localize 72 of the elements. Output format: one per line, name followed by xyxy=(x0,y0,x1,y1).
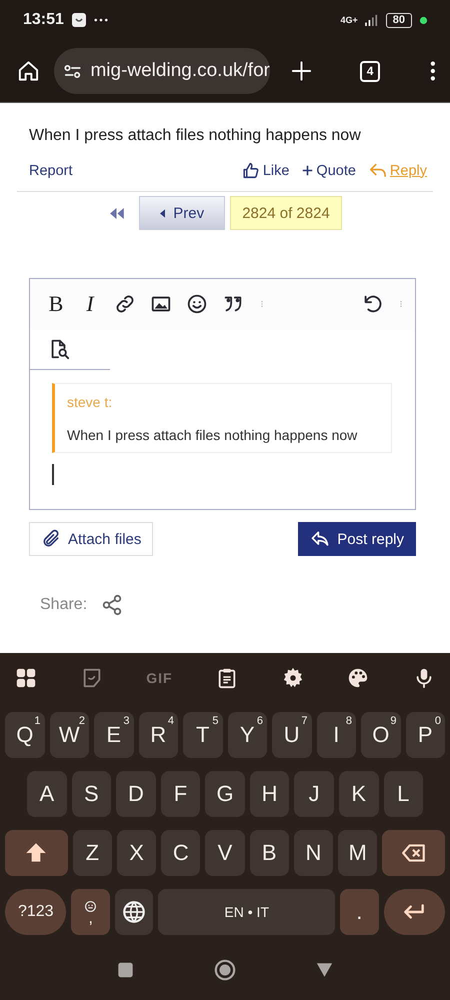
letter-key[interactable]: B xyxy=(250,830,289,876)
plus-icon xyxy=(302,165,314,176)
prev-button[interactable]: Prev xyxy=(139,196,226,230)
smiley-icon[interactable] xyxy=(186,293,208,315)
quote-author: steve t: xyxy=(67,394,114,410)
letter-key[interactable]: Z xyxy=(72,830,112,876)
recents-icon[interactable] xyxy=(117,962,134,978)
post-reply-button[interactable]: Post reply xyxy=(298,522,416,556)
italic-button[interactable]: I xyxy=(80,291,100,317)
letter-key[interactable]: D xyxy=(116,771,156,817)
letter-key[interactable]: G xyxy=(205,771,245,817)
bold-button[interactable]: B xyxy=(46,291,66,317)
link-icon[interactable] xyxy=(114,293,136,315)
thumbs-up-icon xyxy=(242,162,260,179)
clipboard-icon[interactable] xyxy=(216,667,238,689)
network-label: 4G+ xyxy=(340,16,358,24)
share-icon[interactable] xyxy=(101,594,124,616)
home-icon[interactable] xyxy=(17,59,40,83)
language-key[interactable] xyxy=(114,889,154,935)
comma-key[interactable]: , xyxy=(71,889,110,935)
settings-icon[interactable] xyxy=(282,667,304,689)
battery-indicator: 80 xyxy=(386,12,412,28)
clock-time: 13:51 xyxy=(23,11,64,29)
address-bar[interactable]: mig-welding.co.uk/for xyxy=(54,48,270,94)
share-label: Share: xyxy=(40,596,88,614)
back-icon[interactable] xyxy=(316,962,333,978)
post-text: When I press attach files nothing happens now xyxy=(29,127,362,145)
apps-icon[interactable] xyxy=(15,667,37,689)
period-key[interactable]: . xyxy=(340,889,379,935)
letter-key[interactable]: H xyxy=(250,771,290,817)
attach-files-button[interactable]: Attach files xyxy=(29,522,154,556)
text-cursor xyxy=(52,464,54,485)
letter-key[interactable]: K xyxy=(338,771,378,817)
signal-icon xyxy=(364,14,379,26)
more-icon xyxy=(94,18,108,22)
enter-key[interactable] xyxy=(384,889,445,935)
like-link[interactable]: Like xyxy=(242,162,290,179)
emoji-icon xyxy=(84,900,98,912)
new-tab-icon[interactable] xyxy=(290,59,313,83)
letter-key[interactable]: N xyxy=(294,830,334,876)
sticker-icon[interactable] xyxy=(80,667,103,689)
site-settings-icon[interactable] xyxy=(64,64,82,78)
palette-icon[interactable] xyxy=(347,667,370,689)
letter-key[interactable]: F xyxy=(160,771,200,817)
report-link[interactable]: Report xyxy=(29,162,73,178)
quote-text: When I press attach files nothing happens now xyxy=(67,427,358,443)
backspace-key[interactable] xyxy=(382,830,446,876)
menu-icon[interactable] xyxy=(430,60,436,82)
letter-key[interactable]: S xyxy=(72,771,112,817)
paperclip-icon xyxy=(41,529,61,549)
reply-arrow-icon xyxy=(368,162,387,179)
letter-key[interactable]: M xyxy=(338,830,378,876)
url-text: mig-welding.co.uk/for xyxy=(90,60,270,82)
home-button-icon[interactable] xyxy=(214,959,236,981)
tab-count-button[interactable]: 4 xyxy=(360,60,380,82)
symbols-key[interactable]: ?123 xyxy=(5,889,66,935)
quote-link[interactable]: Quote xyxy=(302,162,356,178)
space-key[interactable]: EN • IT xyxy=(158,889,336,935)
status-dot-icon xyxy=(419,16,428,24)
first-page-icon[interactable] xyxy=(108,208,126,218)
caret-icon xyxy=(160,208,166,218)
notification-icon xyxy=(70,12,87,28)
letter-key[interactable]: J xyxy=(294,771,334,817)
letter-key[interactable]: C xyxy=(161,830,200,876)
shift-key[interactable] xyxy=(5,830,68,876)
globe-icon xyxy=(121,899,148,925)
letter-key[interactable]: A xyxy=(27,771,67,817)
letter-key[interactable]: X xyxy=(116,830,156,876)
letter-key[interactable]: I 8 xyxy=(316,712,356,758)
letter-key[interactable]: L xyxy=(384,771,424,817)
letter-key[interactable]: V xyxy=(205,830,245,876)
page-indicator: 2824 of 2824 xyxy=(230,196,342,230)
